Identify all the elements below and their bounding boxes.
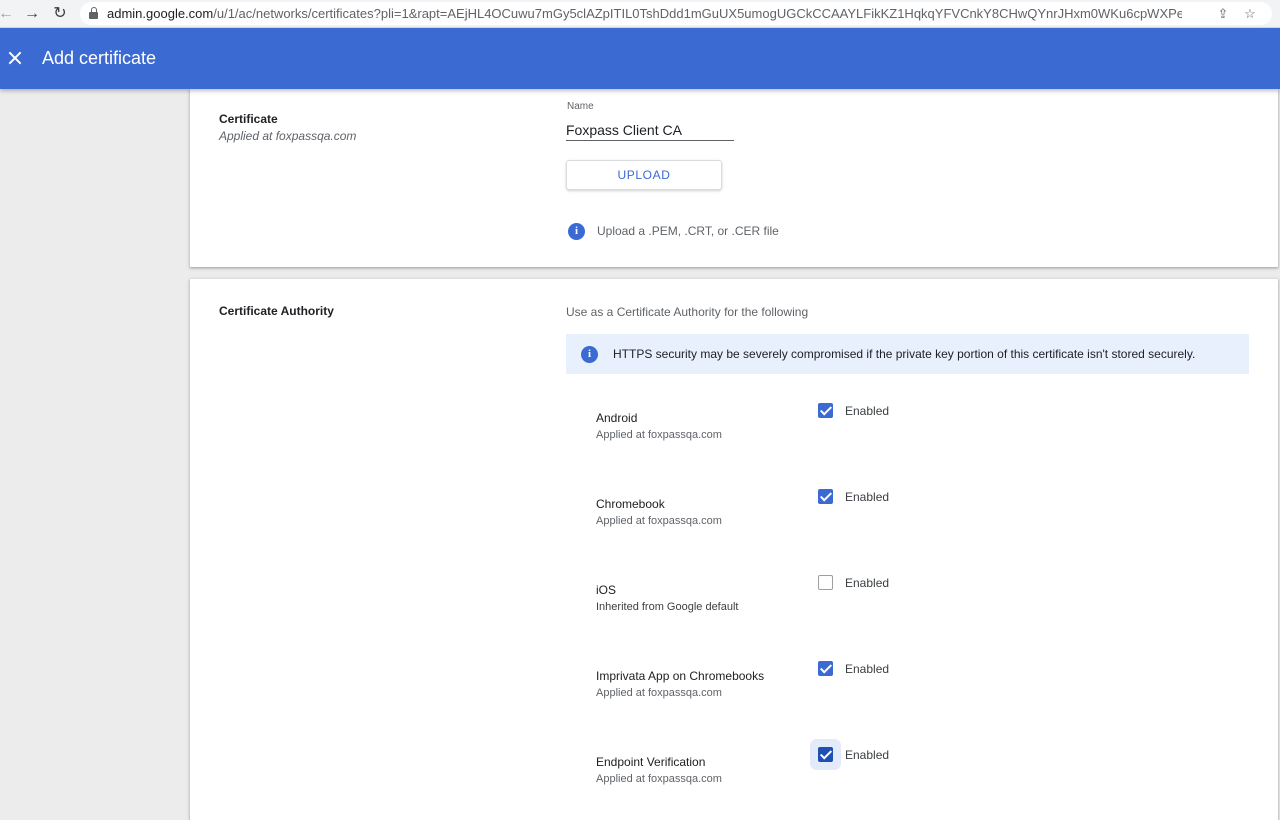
info-icon: i <box>581 346 598 363</box>
share-icon[interactable]: ⇪ <box>1214 5 1232 23</box>
name-field-label: Name <box>567 101 594 112</box>
warning-text: HTTPS security may be severely compromis… <box>613 347 1196 361</box>
lock-icon <box>89 7 98 19</box>
upload-hint: Upload a .PEM, .CRT, or .CER file <box>597 224 779 238</box>
row-title-endpoint-verification: Endpoint Verification <box>596 755 706 769</box>
row-title-android: Android <box>596 411 638 425</box>
address-bar[interactable]: admin.google.com/u/1/ac/networks/certifi… <box>80 2 1272 25</box>
row-subtitle-android: Applied at foxpassqa.com <box>596 429 722 441</box>
row-subtitle-ios: Inherited from Google default <box>596 601 739 613</box>
arrow-forward-icon[interactable]: → <box>22 4 42 24</box>
imprivata-enabled-label[interactable]: Enabled <box>845 662 889 676</box>
certificate-card: Certificate Applied at foxpassqa.com Nam… <box>190 89 1278 267</box>
endpoint-verification-enabled-label[interactable]: Enabled <box>845 748 889 762</box>
upload-button[interactable]: UPLOAD <box>566 160 722 190</box>
info-icon: i <box>568 223 585 240</box>
endpoint-verification-enabled-checkbox[interactable] <box>818 747 833 762</box>
url-text[interactable]: admin.google.com/u/1/ac/networks/certifi… <box>107 6 1182 21</box>
url-host: admin.google.com <box>107 6 214 21</box>
row-title-imprivata: Imprivata App on Chromebooks <box>596 669 765 683</box>
imprivata-enabled-checkbox[interactable] <box>818 661 833 676</box>
ca-intro-text: Use as a Certificate Authority for the f… <box>566 305 809 319</box>
chromebook-enabled-label[interactable]: Enabled <box>845 490 889 504</box>
row-title-ios: iOS <box>596 583 617 597</box>
app-header: Add certificate <box>0 28 1280 89</box>
certificate-authority-card: Certificate Authority Use as a Certifica… <box>190 279 1278 820</box>
row-subtitle-imprivata: Applied at foxpassqa.com <box>596 687 722 699</box>
ios-enabled-label[interactable]: Enabled <box>845 576 889 590</box>
browser-toolbar: ← → ↻ admin.google.com/u/1/ac/networks/c… <box>0 0 1280 28</box>
name-field[interactable] <box>566 120 734 141</box>
ca-section-title: Certificate Authority <box>219 304 334 318</box>
url-path: /u/1/ac/networks/certificates?pli=1&rapt… <box>213 6 1182 21</box>
chromebook-enabled-checkbox[interactable] <box>818 489 833 504</box>
close-icon[interactable] <box>5 48 25 68</box>
star-icon[interactable]: ☆ <box>1241 5 1259 23</box>
page-title: Add certificate <box>42 48 157 68</box>
row-subtitle-chromebook: Applied at foxpassqa.com <box>596 515 722 527</box>
certificate-section-title: Certificate <box>219 112 278 126</box>
row-title-chromebook: Chromebook <box>596 497 665 511</box>
row-subtitle-endpoint-verification: Applied at foxpassqa.com <box>596 773 722 785</box>
android-enabled-label[interactable]: Enabled <box>845 404 889 418</box>
arrow-back-icon[interactable]: ← <box>0 4 16 24</box>
certificate-section-subtitle: Applied at foxpassqa.com <box>219 129 357 143</box>
ios-enabled-checkbox[interactable] <box>818 575 833 590</box>
warning-banner: i HTTPS security may be severely comprom… <box>566 334 1249 374</box>
android-enabled-checkbox[interactable] <box>818 403 833 418</box>
reload-icon[interactable]: ↻ <box>50 4 70 24</box>
